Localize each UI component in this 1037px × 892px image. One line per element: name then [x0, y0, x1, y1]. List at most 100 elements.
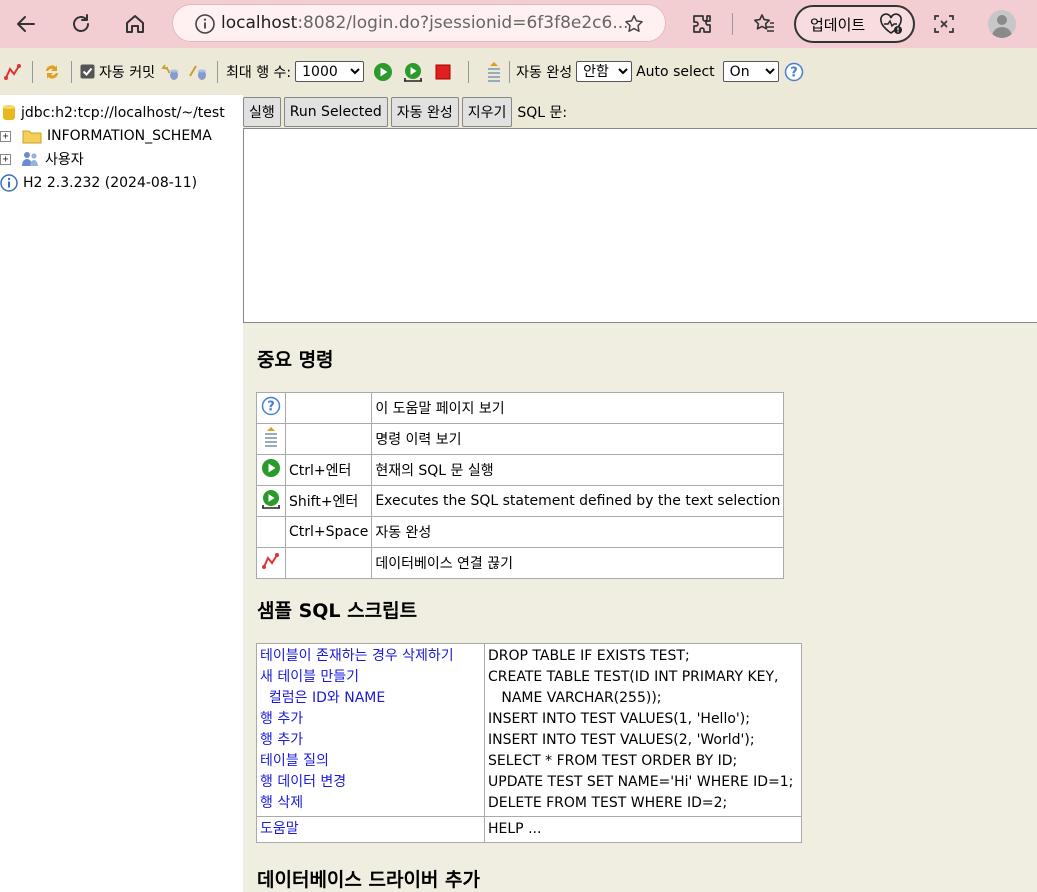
info-icon[interactable]	[194, 13, 216, 40]
sql-input[interactable]	[243, 128, 1037, 323]
shortcut-cell	[284, 392, 373, 424]
tree-version-label: H2 2.3.232 (2024-08-11)	[23, 175, 198, 191]
url-path: :8082/login.do?jsessionid=6f3f8e2c6...	[297, 13, 629, 33]
tree-users[interactable]: + 사용자	[0, 147, 84, 171]
shortcut-cell	[284, 423, 373, 455]
history-icon[interactable]	[483, 61, 505, 83]
run-selected-icon[interactable]	[402, 61, 424, 83]
run-button[interactable]: 실행	[243, 96, 281, 127]
help-sql-line: HELP ...	[488, 821, 542, 837]
update-button[interactable]: 업데이트	[794, 5, 915, 43]
run-icon[interactable]	[372, 61, 394, 83]
description-cell: 현재의 SQL 문 실행	[371, 454, 785, 486]
toolbar-separator	[468, 60, 470, 83]
toolbar-divider	[732, 13, 733, 35]
description-cell: 명령 이력 보기	[371, 423, 785, 455]
folder-icon	[22, 128, 42, 144]
sample-sql-cell: DROP TABLE IF EXISTS TEST; CREATE TABLE …	[484, 643, 802, 817]
description-cell: 데이터베이스 연결 끊기	[371, 547, 785, 579]
toolbar-separator	[509, 60, 511, 83]
run-icon	[256, 454, 286, 486]
shortcut-cell: Ctrl+엔터	[284, 454, 373, 486]
sample-link[interactable]: 테이블이 존재하는 경우 삭제하기	[260, 646, 481, 667]
autocomplete-select[interactable]: 안함	[576, 61, 633, 82]
table-row: 데이터베이스 연결 끊기	[256, 547, 785, 579]
extensions-icon[interactable]	[682, 4, 722, 44]
sample-link[interactable]: 테이블 질의	[260, 751, 481, 772]
sample-links-cell: 테이블이 존재하는 경우 삭제하기 새 테이블 만들기 컬럼은 ID와 NAME…	[256, 643, 485, 817]
sample-link[interactable]: 행 추가	[260, 730, 481, 751]
autocomplete-button[interactable]: 자동 완성	[390, 96, 459, 127]
favorites-icon[interactable]	[744, 4, 784, 44]
description-cell: 이 도움말 페이지 보기	[371, 392, 785, 424]
tree-schema-label: INFORMATION_SCHEMA	[47, 128, 212, 144]
rollback-icon[interactable]	[159, 61, 181, 83]
disconnect-icon	[256, 547, 286, 579]
help-link[interactable]: 도움말	[260, 819, 481, 840]
tree-schema[interactable]: + INFORMATION_SCHEMA	[0, 124, 212, 148]
add-driver-title: 데이터베이스 드라이버 추가	[257, 869, 480, 891]
query-toolbar: 실행 Run Selected 자동 완성 지우기 SQL 문:	[243, 95, 1037, 128]
tree-version: H2 2.3.232 (2024-08-11)	[0, 171, 197, 195]
clear-button[interactable]: 지우기	[461, 96, 513, 127]
sql-label: SQL 문:	[517, 104, 568, 121]
users-icon	[20, 150, 40, 168]
refresh-tree-icon[interactable]	[41, 61, 63, 83]
profile-icon[interactable]	[988, 10, 1016, 38]
table-row: 명령 이력 보기	[256, 423, 785, 455]
disconnect-icon[interactable]	[2, 61, 24, 83]
commands-table: ? 이 도움말 페이지 보기 명령 이력 보기 Ctrl+엔터 현재의 SQL …	[256, 392, 785, 579]
autocommit-checkbox[interactable]	[80, 64, 95, 79]
table-row: 테이블이 존재하는 경우 삭제하기 새 테이블 만들기 컬럼은 ID와 NAME…	[256, 643, 802, 817]
table-row: Ctrl+Space 자동 완성	[256, 516, 785, 548]
important-commands-title: 중요 명령	[257, 349, 334, 371]
svg-text:?: ?	[790, 65, 798, 80]
shortcut-cell: Ctrl+Space	[284, 516, 373, 548]
run-selected-icon	[256, 485, 286, 517]
table-row: Ctrl+엔터 현재의 SQL 문 실행	[256, 454, 785, 486]
description-cell: 자동 완성	[371, 516, 785, 548]
heart-monitor-icon	[879, 13, 903, 35]
table-row: Shift+엔터 Executes the SQL statement defi…	[256, 485, 785, 517]
run-selected-button[interactable]: Run Selected	[283, 96, 388, 127]
star-icon[interactable]	[623, 13, 645, 40]
help-sql-cell: HELP ...	[484, 816, 802, 843]
svg-text:?: ?	[267, 400, 275, 415]
help-link-cell: 도움말	[256, 816, 485, 843]
shortcut-cell: Shift+엔터	[284, 485, 373, 517]
sample-sql-line: DROP TABLE IF EXISTS TEST;	[488, 648, 690, 664]
max-rows-label: 최대 행 수:	[225, 64, 292, 81]
url-host: localhost	[221, 13, 298, 33]
sample-link[interactable]: 행 삭제	[260, 793, 481, 814]
refresh-icon[interactable]	[61, 4, 101, 44]
h2-toolbar: 자동 커밋 최대 행 수: 1000 자동 완성 안함 Auto select …	[0, 48, 1037, 95]
expand-icon[interactable]: +	[0, 130, 11, 142]
autoselect-label: Auto select	[636, 63, 715, 80]
back-icon[interactable]	[6, 4, 46, 44]
sample-sql-title: 샘플 SQL 스크립트	[257, 600, 418, 622]
commit-icon[interactable]	[187, 61, 209, 83]
max-rows-select[interactable]: 1000	[295, 61, 365, 82]
sample-link[interactable]: 행 데이터 변경	[260, 772, 481, 793]
help-icon[interactable]: ?	[783, 61, 805, 83]
tree-connection[interactable]: jdbc:h2:tcp://localhost/~/test	[2, 101, 225, 125]
sample-sql-line: CREATE TABLE TEST(ID INT PRIMARY KEY,	[488, 669, 779, 685]
history-icon	[256, 423, 286, 455]
sample-sql-line: UPDATE TEST SET NAME='Hi' WHERE ID=1;	[488, 774, 794, 790]
sample-sql-line: NAME VARCHAR(255));	[488, 690, 662, 706]
sample-sql-line: SELECT * FROM TEST ORDER BY ID;	[488, 753, 738, 769]
cancel-icon[interactable]	[432, 61, 454, 83]
expand-icon[interactable]: +	[0, 153, 11, 165]
home-icon[interactable]	[115, 4, 155, 44]
autocomplete-label: 자동 완성	[516, 64, 573, 81]
tree-users-label: 사용자	[45, 152, 84, 168]
address-bar[interactable]: localhost:8082/login.do?jsessionid=6f3f8…	[172, 4, 666, 42]
sample-sql-line: INSERT INTO TEST VALUES(1, 'Hello');	[488, 711, 750, 727]
sample-link[interactable]: 컬럼은 ID와 NAME	[260, 688, 481, 709]
sample-link[interactable]: 새 테이블 만들기	[260, 667, 481, 688]
screenshot-icon[interactable]	[924, 4, 964, 44]
table-row: ? 이 도움말 페이지 보기	[256, 392, 785, 424]
sample-link[interactable]: 행 추가	[260, 709, 481, 730]
tree-connection-label: jdbc:h2:tcp://localhost/~/test	[21, 105, 225, 121]
autoselect-select[interactable]: On	[722, 61, 779, 82]
